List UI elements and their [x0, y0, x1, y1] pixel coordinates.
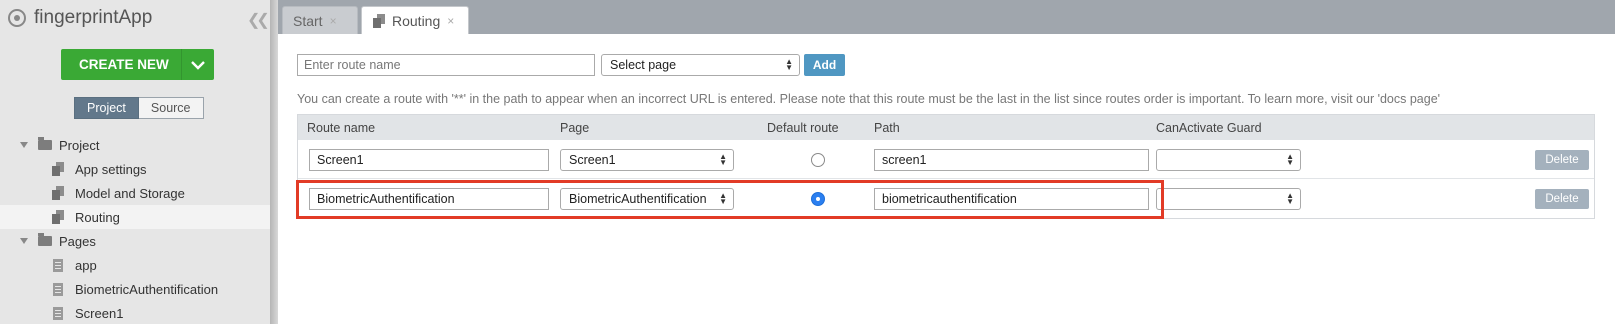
sidebar: fingerprintApp ❮❮ CREATE NEW Project Sou… — [0, 0, 278, 324]
project-tree: Project App settings Model and Storage R… — [0, 133, 278, 324]
sidebar-divider[interactable] — [270, 0, 278, 324]
table-row: Screen1 Screen1 ▲ ▼ screen1 ▲ ▼ Delete — [298, 140, 1594, 179]
tree-folder-pages[interactable]: Pages — [0, 229, 278, 253]
expand-triangle-icon[interactable] — [20, 142, 28, 148]
guard-select[interactable]: ▲ ▼ — [1156, 149, 1301, 171]
close-icon[interactable]: × — [330, 14, 337, 28]
page-file-icon — [53, 258, 63, 272]
tab-project[interactable]: Project — [74, 97, 139, 119]
tree-item-page-biometric[interactable]: BiometricAuthentification — [0, 277, 278, 301]
settings-file-icon — [52, 210, 64, 224]
chevron-down-icon[interactable] — [181, 49, 214, 80]
page-select-value: Screen1 — [569, 153, 616, 167]
header-default-route: Default route — [767, 121, 839, 135]
add-route-button[interactable]: Add — [804, 54, 845, 76]
routing-icon — [373, 13, 385, 28]
create-new-button[interactable]: CREATE NEW — [61, 49, 214, 80]
tab-routing[interactable]: Routing × — [361, 6, 469, 34]
tree-item-label: Model and Storage — [75, 185, 185, 201]
view-toggle: Project Source — [74, 97, 204, 119]
folder-icon — [38, 137, 52, 150]
page-file-icon — [53, 282, 63, 296]
tab-label: Start — [293, 12, 323, 29]
select-arrows-icon: ▲ ▼ — [719, 152, 727, 167]
select-arrows-icon: ▲ ▼ — [785, 57, 793, 72]
create-new-label: CREATE NEW — [79, 57, 169, 72]
tree-item-routing[interactable]: Routing — [0, 205, 278, 229]
route-name-input[interactable] — [297, 54, 595, 76]
header-path: Path — [874, 121, 900, 135]
app-title: fingerprintApp — [34, 7, 153, 28]
folder-icon — [38, 233, 52, 246]
path-field[interactable]: screen1 — [874, 149, 1149, 171]
select-page-dropdown[interactable]: Select page ▲ ▼ — [601, 54, 800, 76]
guard-select[interactable]: ▲ ▼ — [1156, 188, 1301, 210]
routes-table: Route name Page Default route Path CanAc… — [297, 114, 1595, 219]
table-header: Route name Page Default route Path CanAc… — [298, 115, 1594, 140]
tree-folder-label: Pages — [59, 233, 96, 249]
tree-item-label: App settings — [75, 161, 147, 177]
settings-file-icon — [52, 162, 64, 176]
path-field[interactable]: biometricauthentification — [874, 188, 1149, 210]
tree-item-label: Screen1 — [75, 305, 124, 321]
settings-file-icon — [52, 186, 64, 200]
app-header: fingerprintApp — [8, 6, 152, 30]
tree-item-label: Routing — [75, 209, 120, 225]
page-file-icon — [53, 306, 63, 320]
header-route-name: Route name — [307, 121, 376, 135]
editor-tabbar: Start × Routing × — [278, 0, 1615, 34]
tab-start[interactable]: Start × — [282, 6, 358, 34]
route-name-field[interactable]: Screen1 — [309, 149, 549, 171]
close-icon[interactable]: × — [447, 14, 454, 28]
page-select-value: BiometricAuthentification — [569, 192, 707, 206]
tab-label: Routing — [392, 12, 441, 29]
table-row: BiometricAuthentification BiometricAuthe… — [298, 179, 1594, 218]
tree-item-label: app — [75, 257, 97, 273]
tree-item-label: BiometricAuthentification — [75, 281, 219, 297]
page-select[interactable]: Screen1 ▲ ▼ — [560, 149, 734, 171]
tree-folder-label: Project — [59, 137, 100, 153]
default-route-radio[interactable] — [811, 153, 825, 167]
tab-source[interactable]: Source — [138, 97, 204, 119]
tree-item-page-app[interactable]: app — [0, 253, 278, 277]
page-select[interactable]: BiometricAuthentification ▲ ▼ — [560, 188, 734, 210]
tree-item-model-storage[interactable]: Model and Storage — [0, 181, 278, 205]
select-arrows-icon: ▲ ▼ — [719, 191, 727, 206]
app-logo-icon — [8, 9, 26, 27]
header-page: Page — [560, 121, 590, 135]
delete-route-button[interactable]: Delete — [1535, 150, 1589, 170]
tree-folder-project[interactable]: Project — [0, 133, 278, 157]
tree-item-page-screen1[interactable]: Screen1 — [0, 301, 278, 324]
tree-item-app-settings[interactable]: App settings — [0, 157, 278, 181]
collapse-sidebar-icon[interactable]: ❮❮ — [247, 10, 270, 30]
select-page-value: Select page — [610, 58, 677, 72]
routing-info-text: You can create a route with '**' in the … — [297, 92, 1441, 106]
select-arrows-icon: ▲ ▼ — [1286, 191, 1294, 206]
select-arrows-icon: ▲ ▼ — [1286, 152, 1294, 167]
header-guard: CanActivate Guard — [1156, 121, 1262, 135]
expand-triangle-icon[interactable] — [20, 238, 28, 244]
delete-route-button[interactable]: Delete — [1535, 189, 1589, 209]
default-route-radio[interactable] — [811, 192, 825, 206]
route-name-field[interactable]: BiometricAuthentification — [309, 188, 549, 210]
